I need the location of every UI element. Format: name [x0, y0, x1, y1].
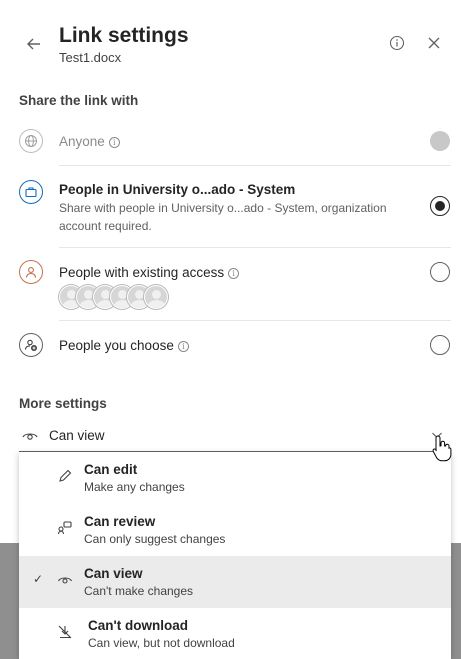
share-option-existing-access[interactable]: People with existing access i [19, 259, 451, 311]
menu-item-subtitle: Can only suggest changes [84, 532, 226, 546]
share-option-label: Anyone [59, 134, 105, 149]
radio-anyone[interactable] [430, 131, 450, 151]
no-download-icon [58, 625, 72, 639]
share-option-label: People in University o...ado - System [59, 182, 296, 197]
share-option-label: People with existing access [59, 265, 225, 280]
info-icon[interactable]: i [177, 340, 189, 352]
eye-icon [22, 433, 38, 440]
divider [59, 165, 451, 166]
info-icon[interactable]: i [228, 267, 240, 279]
permission-menu: Can edit Make any changes Can review Can… [19, 452, 451, 659]
file-name: Test1.docx [59, 50, 122, 65]
pencil-icon [59, 469, 72, 482]
info-icon [389, 35, 405, 51]
menu-item-cant-download[interactable]: Can't download Can view, but not downloa… [19, 608, 451, 659]
globe-icon [19, 129, 43, 153]
radio-existing-access[interactable] [430, 262, 450, 282]
permission-dropdown[interactable]: Can view [19, 424, 451, 452]
info-button[interactable] [386, 32, 408, 54]
menu-item-can-edit[interactable]: Can edit Make any changes [19, 452, 451, 504]
more-settings-label: More settings [19, 396, 107, 411]
avatar [144, 285, 168, 309]
menu-item-title: Can edit [84, 462, 138, 477]
eye-icon [58, 577, 72, 584]
menu-item-title: Can view [84, 566, 143, 581]
arrow-left-icon [27, 38, 40, 50]
avatar-stack [59, 285, 179, 309]
menu-item-title: Can review [84, 514, 156, 529]
briefcase-icon [19, 180, 43, 204]
page-title: Link settings [59, 24, 189, 47]
permission-value: Can view [49, 428, 105, 443]
info-icon[interactable]: i [108, 136, 120, 148]
person-add-icon [19, 333, 43, 357]
menu-item-can-view[interactable]: ✓ Can view Can't make changes [19, 556, 451, 608]
close-button[interactable] [423, 32, 445, 54]
share-option-specific-people[interactable]: People you choose i [19, 333, 451, 359]
menu-item-can-review[interactable]: Can review Can only suggest changes [19, 504, 451, 556]
menu-item-title: Can't download [88, 618, 188, 633]
chevron-down-icon[interactable] [431, 430, 443, 440]
close-icon [428, 37, 440, 49]
share-option-organization[interactable]: People in University o...ado - System Sh… [19, 180, 451, 238]
share-option-anyone[interactable]: Anyone i [19, 129, 451, 155]
divider [59, 247, 451, 248]
back-button[interactable] [20, 30, 48, 58]
checkmark-icon: ✓ [33, 572, 44, 586]
menu-item-subtitle: Can't make changes [84, 584, 194, 598]
share-option-label: People you choose [59, 338, 174, 353]
menu-item-subtitle: Can view, but not download [88, 636, 235, 650]
review-icon [57, 521, 72, 535]
menu-item-subtitle: Make any changes [84, 480, 185, 494]
divider [59, 320, 451, 321]
share-option-description: Share with people in University o...ado … [59, 201, 387, 233]
share-section-label: Share the link with [19, 93, 139, 108]
radio-organization[interactable] [430, 196, 450, 216]
person-icon [19, 260, 43, 284]
radio-specific-people[interactable] [430, 335, 450, 355]
